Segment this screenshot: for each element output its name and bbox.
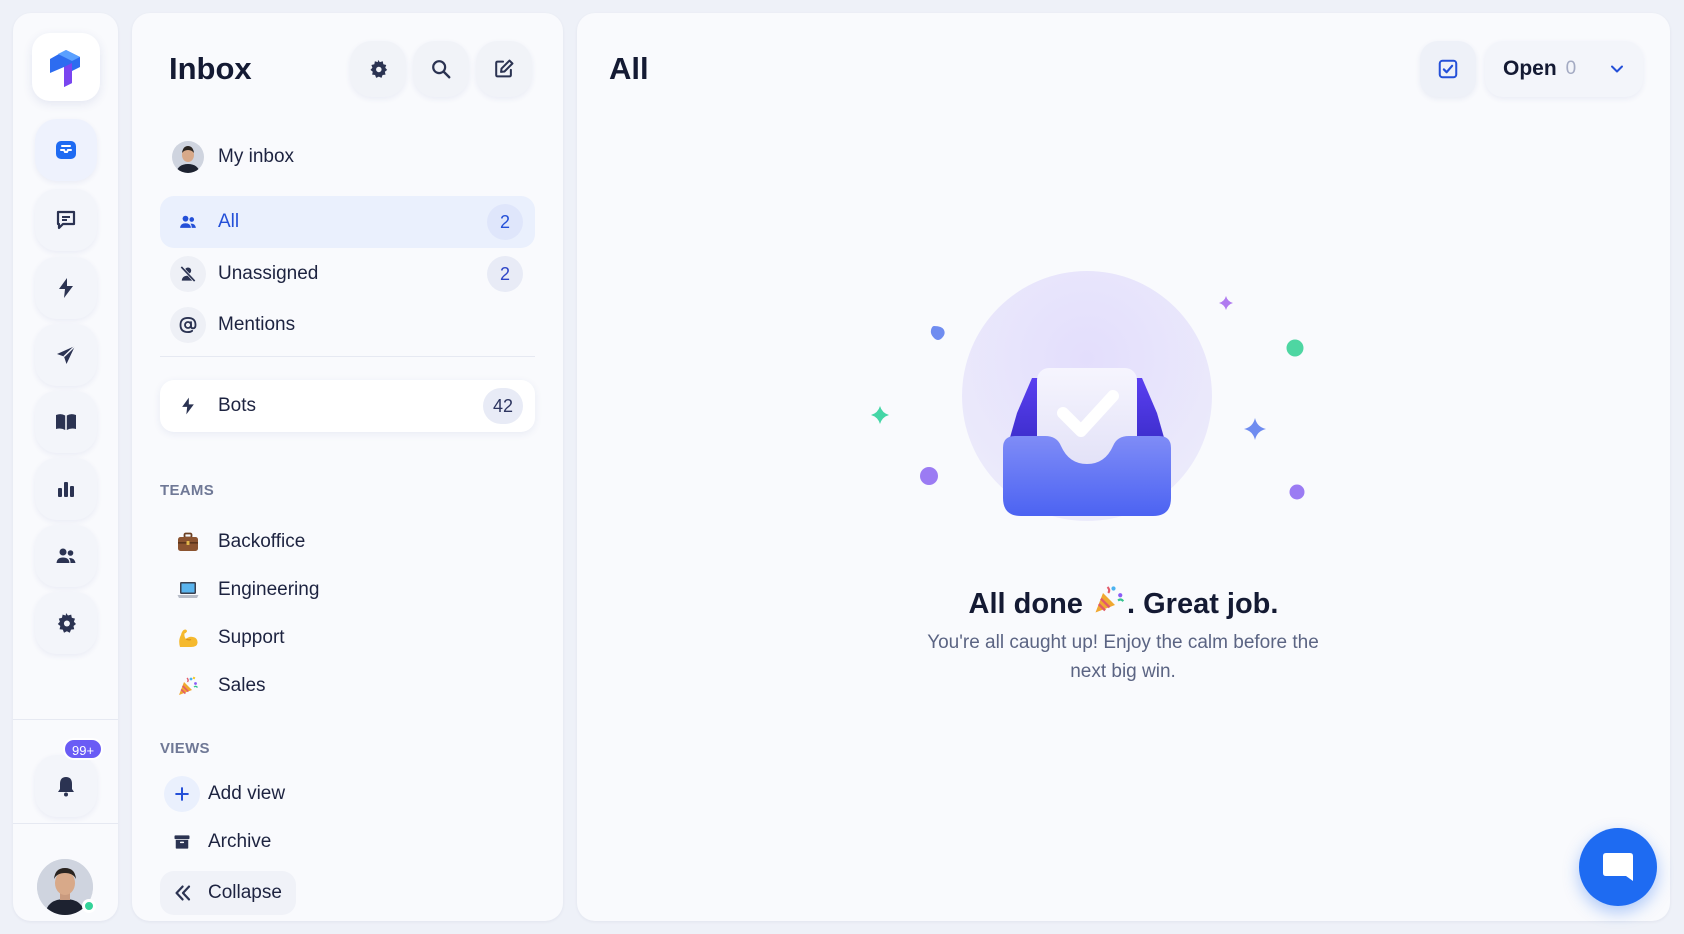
- plus-icon-wrap: [164, 776, 200, 812]
- archive-icon-wrap: [164, 824, 200, 860]
- nav-label: Mentions: [218, 314, 296, 335]
- user-avatar-icon: [172, 141, 204, 173]
- archive-icon: [174, 835, 190, 849]
- sidebar-divider: [160, 356, 535, 357]
- nav-bots[interactable]: Bots 42: [160, 380, 535, 432]
- team-item-support[interactable]: Support: [174, 621, 285, 655]
- nav-unassigned[interactable]: Unassigned 2: [160, 248, 535, 300]
- sidebar-title: Inbox: [169, 51, 252, 86]
- chat-icon: [56, 210, 76, 230]
- view-label: Add view: [208, 783, 286, 804]
- flexed-biceps-icon: [174, 624, 202, 652]
- collapse-sidebar-button[interactable]: Collapse: [160, 871, 296, 915]
- rail-reports-button[interactable]: [35, 458, 97, 520]
- nav-my-inbox[interactable]: My inbox: [160, 131, 535, 183]
- count-badge: 42: [482, 388, 523, 424]
- nav-label: All: [218, 211, 240, 232]
- chat-bubble-icon: [1603, 853, 1633, 881]
- laptop-icon: [174, 576, 202, 604]
- team-item-engineering[interactable]: Engineering: [174, 573, 319, 607]
- nav-label: My inbox: [218, 146, 295, 167]
- view-item-archive[interactable]: Archive: [164, 822, 271, 862]
- mention-icon-wrap: [170, 307, 206, 343]
- team-label: Support: [218, 627, 285, 648]
- search-icon: [432, 60, 451, 79]
- rail-inbox-button[interactable]: [35, 119, 97, 181]
- view-label: Archive: [208, 831, 272, 852]
- app-rail: 99+: [13, 13, 118, 921]
- plus-icon: [175, 787, 189, 801]
- bell-icon: [58, 777, 74, 797]
- team-label: Backoffice: [218, 531, 306, 552]
- online-status-dot: [82, 899, 96, 913]
- chevron-down-icon: [1611, 65, 1623, 73]
- rail-divider: [13, 719, 118, 720]
- rail-automations-button[interactable]: [35, 257, 97, 319]
- inbox-sidebar: Inbox My inbox All 2 Unassigned 2 Mentio…: [132, 13, 563, 921]
- conversation-main: All Open 0 All done . Great job. You're …: [577, 13, 1670, 921]
- teams-section-label: TEAMS: [160, 482, 214, 499]
- empty-title-start: All done: [968, 588, 1091, 620]
- rail-divider: [13, 823, 118, 824]
- live-chat-button[interactable]: [1579, 828, 1657, 906]
- team-label: Sales: [218, 675, 266, 696]
- rail-settings-button[interactable]: [35, 592, 97, 654]
- collapse-label: Collapse: [208, 882, 282, 903]
- views-section-label: VIEWS: [160, 740, 210, 757]
- count-badge: 2: [487, 256, 523, 292]
- person-off-icon: [180, 265, 196, 283]
- compose-icon: [495, 59, 514, 78]
- nav-mentions[interactable]: Mentions: [160, 299, 535, 351]
- empty-title-end: . Great job.: [1126, 588, 1279, 620]
- status-filter-label: Open: [1503, 57, 1557, 80]
- search-button[interactable]: [413, 41, 469, 97]
- rail-campaigns-button[interactable]: [35, 324, 97, 386]
- logo-icon: [50, 50, 80, 87]
- team-item-backoffice[interactable]: Backoffice: [174, 525, 305, 559]
- people-icon: [56, 548, 76, 563]
- app-logo[interactable]: [32, 33, 100, 101]
- team-item-sales[interactable]: Sales: [174, 669, 266, 703]
- bar-chart-icon: [58, 482, 74, 497]
- book-icon: [56, 414, 76, 430]
- add-view-button[interactable]: Add view: [164, 774, 285, 814]
- count-badge: 2: [487, 204, 523, 240]
- unassigned-icon-wrap: [170, 256, 206, 292]
- inbox-done-illustration: [871, 271, 1305, 521]
- rail-contacts-button[interactable]: [35, 525, 97, 587]
- briefcase-icon: [174, 528, 202, 556]
- rail-knowledge-button[interactable]: [35, 391, 97, 453]
- team-label: Engineering: [218, 579, 320, 600]
- double-chevron-left-icon: [175, 885, 191, 901]
- gear-icon: [57, 613, 76, 633]
- rail-notifications-button[interactable]: [35, 755, 97, 817]
- inbox-icon: [56, 141, 76, 159]
- lightning-icon: [182, 397, 194, 415]
- compose-button[interactable]: [476, 41, 532, 97]
- people-icon: [180, 215, 196, 228]
- send-icon: [57, 345, 76, 364]
- status-filter-count: 0: [1565, 58, 1577, 79]
- lightning-icon: [59, 278, 73, 298]
- nav-label: Bots: [218, 395, 257, 416]
- bulk-select-button[interactable]: [1420, 41, 1476, 97]
- gear-icon: [370, 59, 388, 78]
- rail-chat-button[interactable]: [35, 189, 97, 251]
- page-title: All: [609, 51, 649, 86]
- inbox-settings-button[interactable]: [350, 41, 406, 97]
- people-icon-wrap: [170, 204, 206, 240]
- avatar: [170, 139, 206, 175]
- nav-all[interactable]: All 2: [160, 196, 535, 248]
- bots-icon-wrap: [170, 388, 206, 424]
- empty-state-title: All done . Great job.: [577, 581, 1670, 625]
- party-popper-icon: [1091, 581, 1127, 625]
- checkbox-icon: [1438, 59, 1458, 79]
- nav-label: Unassigned: [218, 263, 319, 284]
- party-popper-icon: [174, 672, 202, 700]
- notifications-badge: 99+: [63, 738, 104, 760]
- status-filter-dropdown[interactable]: Open 0: [1485, 41, 1643, 97]
- at-sign-icon: [179, 316, 197, 334]
- empty-state-subtitle: You're all caught up! Enjoy the calm bef…: [927, 632, 1319, 682]
